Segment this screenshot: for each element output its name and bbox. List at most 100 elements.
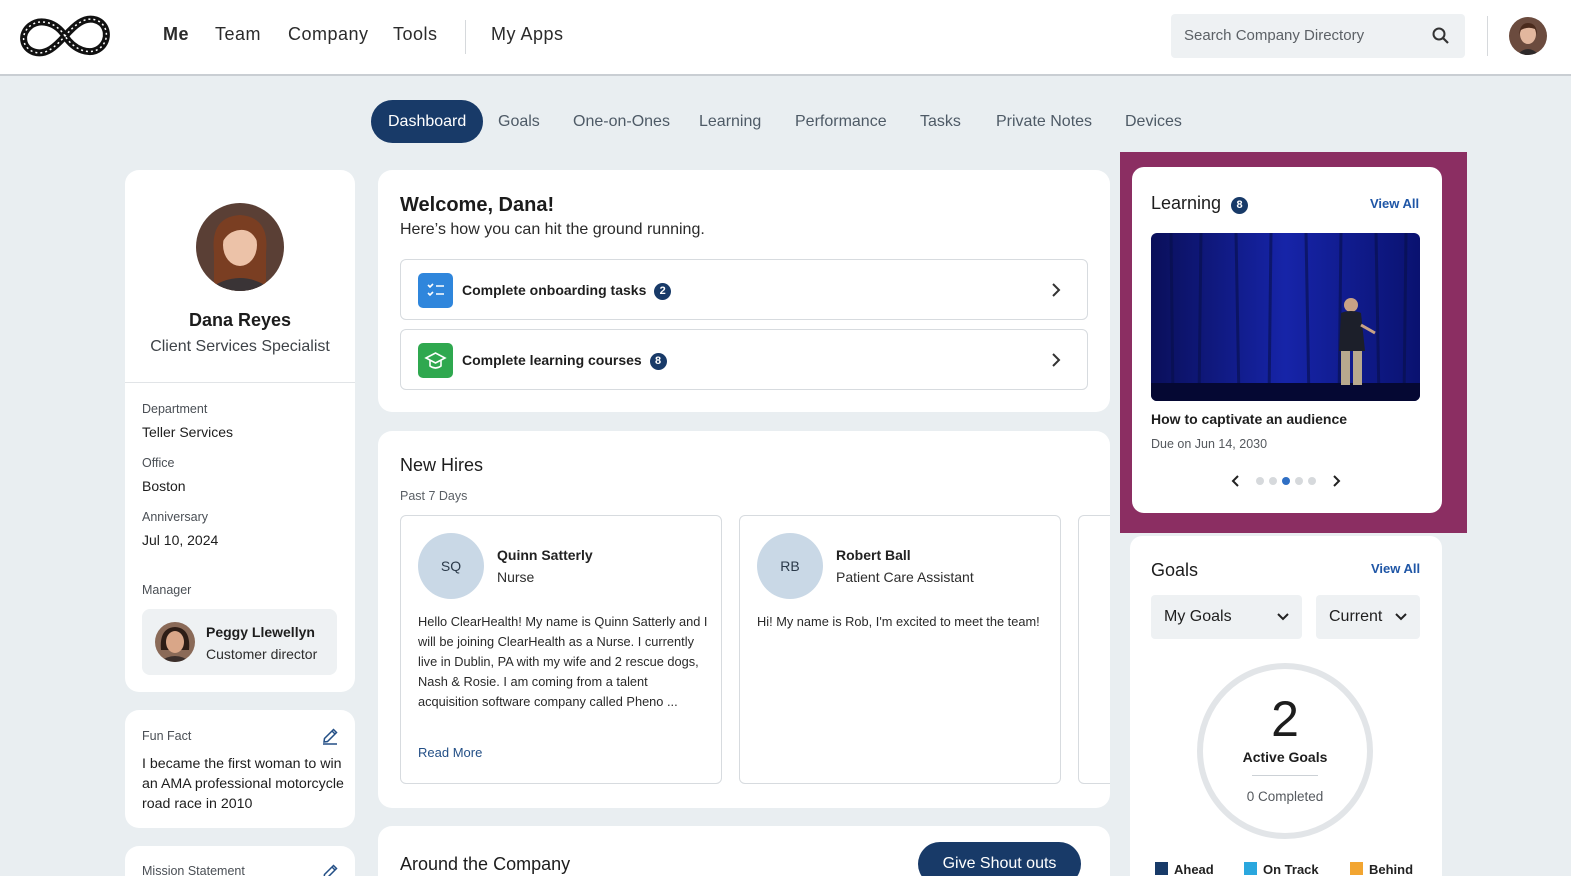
checklist-icon (418, 273, 453, 308)
dashboard-tabs: Dashboard Goals One-on-Ones Learning Per… (0, 100, 1571, 144)
tab-dashboard[interactable]: Dashboard (371, 100, 484, 143)
nav-company[interactable]: Company (288, 24, 369, 45)
course-title[interactable]: How to captivate an audience (1151, 411, 1347, 427)
new-hire-name: Robert Ball (836, 547, 911, 563)
nav-team[interactable]: Team (215, 24, 261, 45)
anniversary-label: Anniversary (142, 510, 208, 524)
around-company-title: Around the Company (400, 854, 571, 874)
manager-avatar (155, 622, 195, 662)
manager-card[interactable]: Peggy Llewellyn Customer director (142, 609, 337, 675)
course-thumbnail[interactable] (1151, 233, 1420, 401)
profile-card: Dana Reyes Client Services Specialist De… (125, 170, 355, 692)
graduation-cap-icon (418, 343, 453, 378)
carousel-dot[interactable] (1295, 477, 1303, 485)
user-avatar[interactable] (1509, 17, 1547, 55)
tab-learning[interactable]: Learning (699, 100, 761, 143)
fun-fact-card: Fun Fact I became the first woman to win… (125, 710, 355, 828)
onboarding-tasks-label: Complete onboarding tasks (462, 282, 647, 298)
carousel-dot[interactable] (1256, 477, 1264, 485)
give-shout-outs-button[interactable]: Give Shout outs (918, 842, 1081, 876)
chevron-right-icon[interactable] (1327, 472, 1345, 490)
new-hire-card-partial[interactable] (1078, 515, 1110, 784)
goals-card: Goals View All My Goals Current 2 Active… (1130, 536, 1442, 876)
anniversary-value: Jul 10, 2024 (142, 532, 219, 548)
legend-behind-label: Behind (1369, 862, 1414, 876)
department-label: Department (142, 402, 208, 416)
new-hire-initials-avatar: RB (757, 533, 823, 599)
search-input[interactable]: Search Company Directory (1171, 14, 1465, 58)
learning-title: Learning 8 (1151, 193, 1249, 214)
edit-pencil-icon[interactable] (321, 727, 339, 745)
new-hires-title: New Hires (400, 455, 484, 475)
tab-tasks[interactable]: Tasks (920, 100, 961, 143)
legend-behind: Behind (1350, 862, 1413, 876)
learning-view-all-link[interactable]: View All (1370, 196, 1419, 211)
manager-label: Manager (142, 583, 192, 597)
nav-divider (465, 20, 466, 54)
profile-name: Dana Reyes (188, 310, 292, 330)
search-placeholder: Search Company Directory (1184, 27, 1365, 44)
chevron-right-icon (1052, 283, 1061, 297)
tab-performance[interactable]: Performance (795, 100, 887, 143)
new-hire-name: Quinn Satterly (497, 547, 593, 563)
completed-goals-label: 0 Completed (1246, 789, 1324, 804)
search-icon[interactable] (1431, 26, 1451, 46)
manager-name: Peggy Llewellyn (206, 624, 315, 640)
active-goals-label: Active Goals (1242, 749, 1328, 765)
read-more-link[interactable]: Read More (418, 745, 482, 760)
carousel-dot[interactable] (1269, 477, 1277, 485)
carousel-dot-active[interactable] (1282, 477, 1290, 485)
goals-view-all-link[interactable]: View All (1371, 561, 1420, 576)
divider (1487, 16, 1488, 56)
new-hires-period: Past 7 Days (400, 489, 468, 503)
tab-goals[interactable]: Goals (498, 100, 540, 143)
new-hire-card[interactable]: SQ Quinn Satterly Nurse Hello ClearHealt… (400, 515, 722, 784)
goals-title: Goals (1151, 560, 1199, 580)
legend-ahead-label: Ahead (1174, 862, 1214, 876)
course-due-date: Due on Jun 14, 2030 (1151, 437, 1268, 451)
fun-fact-text: I became the first woman to win an AMA p… (142, 756, 344, 812)
learning-courses-item[interactable]: Complete learning courses 8 (400, 329, 1088, 390)
welcome-title: Welcome, Dana! (400, 194, 555, 216)
onboarding-count-badge: 2 (654, 283, 672, 300)
new-hires-card: New Hires Past 7 Days SQ Quinn Satterly … (378, 431, 1110, 808)
onboarding-tasks-item[interactable]: Complete onboarding tasks 2 (400, 259, 1088, 320)
learning-card: Learning 8 View All How to captivate an … (1132, 167, 1442, 513)
chevron-down-icon (1277, 613, 1289, 621)
profile-avatar (196, 203, 284, 291)
welcome-card: Welcome, Dana! Here’s how you can hit th… (378, 170, 1110, 412)
chevron-right-icon (1052, 353, 1061, 367)
chevron-left-icon[interactable] (1227, 472, 1245, 490)
learning-courses-label: Complete learning courses (462, 352, 642, 368)
nav-tools[interactable]: Tools (393, 24, 438, 45)
goals-period-value: Current (1329, 608, 1383, 625)
edit-pencil-icon[interactable] (321, 863, 339, 876)
learning-count-badge: 8 (649, 353, 667, 370)
manager-role: Customer director (206, 646, 318, 662)
new-hire-role: Patient Care Assistant (836, 569, 974, 585)
tab-private-notes[interactable]: Private Notes (996, 100, 1092, 143)
goals-owner-select[interactable]: My Goals (1151, 595, 1302, 639)
new-hire-bio: Hi! My name is Rob, I'm excited to meet … (757, 614, 1040, 629)
chevron-down-icon (1395, 613, 1407, 621)
infinity-logo-icon[interactable] (18, 8, 112, 64)
learning-title-text: Learning (1151, 193, 1222, 213)
tab-devices[interactable]: Devices (1125, 100, 1182, 143)
legend-ahead: Ahead (1155, 862, 1214, 876)
carousel-dot[interactable] (1308, 477, 1316, 485)
welcome-subtitle: Here’s how you can hit the ground runnin… (400, 221, 705, 238)
fun-fact-label: Fun Fact (142, 729, 192, 743)
mission-statement-label: Mission Statement (142, 864, 245, 876)
top-navigation-bar: Me Team Company Tools My Apps Search Com… (0, 0, 1571, 76)
tab-one-on-ones[interactable]: One-on-Ones (573, 100, 670, 143)
legend-on-track-label: On Track (1263, 862, 1319, 876)
new-hire-card[interactable]: RB Robert Ball Patient Care Assistant Hi… (739, 515, 1061, 784)
goals-period-select[interactable]: Current (1316, 595, 1420, 639)
nav-me[interactable]: Me (163, 24, 189, 45)
new-hire-initials-avatar: SQ (418, 533, 484, 599)
nav-my-apps[interactable]: My Apps (491, 24, 564, 45)
legend-on-track: On Track (1244, 862, 1319, 876)
office-value: Boston (142, 478, 186, 494)
divider (125, 382, 355, 383)
learning-count-badge: 8 (1231, 197, 1249, 214)
